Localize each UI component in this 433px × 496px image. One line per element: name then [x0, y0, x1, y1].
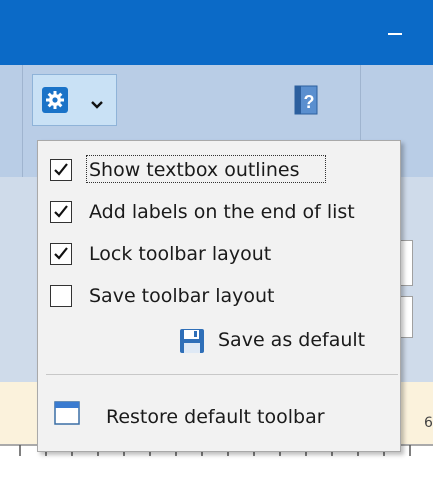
menu-item-label: Show textbox outlines: [89, 159, 300, 181]
menu-item-label: Add labels on the end of list: [89, 201, 355, 223]
toolbar-divider: [22, 65, 23, 177]
chevron-down-icon: [91, 95, 103, 109]
menu-separator: [46, 374, 398, 375]
settings-dropdown-button[interactable]: [32, 74, 117, 126]
gear-icon: [42, 87, 68, 113]
help-icon[interactable]: ?: [293, 84, 321, 116]
minimize-icon[interactable]: [384, 22, 412, 46]
checkbox[interactable]: [50, 159, 72, 181]
menu-item-add-labels[interactable]: Add labels on the end of list: [38, 193, 402, 233]
menu-item-save-toolbar-layout[interactable]: Save toolbar layout: [38, 277, 402, 317]
checkbox[interactable]: [50, 285, 72, 307]
menu-item-label: Lock toolbar layout: [89, 243, 272, 265]
toolbar-settings-menu: Show textbox outlines Add labels on the …: [37, 140, 401, 452]
ruler-number: 6: [424, 415, 433, 431]
save-as-default-button[interactable]: Save as default: [218, 329, 365, 351]
restore-default-toolbar-button[interactable]: Restore default toolbar: [106, 406, 325, 428]
help-glyph: ?: [304, 92, 315, 112]
checkbox[interactable]: [50, 201, 72, 223]
checkbox[interactable]: [50, 243, 72, 265]
menu-item-label: Save toolbar layout: [89, 285, 275, 307]
menu-item-lock-toolbar-layout[interactable]: Lock toolbar layout: [38, 235, 402, 275]
menu-item-show-textbox-outlines[interactable]: Show textbox outlines: [38, 151, 402, 191]
title-bar: [0, 0, 433, 65]
window-icon: [54, 401, 80, 425]
floppy-disk-icon: [179, 328, 205, 354]
